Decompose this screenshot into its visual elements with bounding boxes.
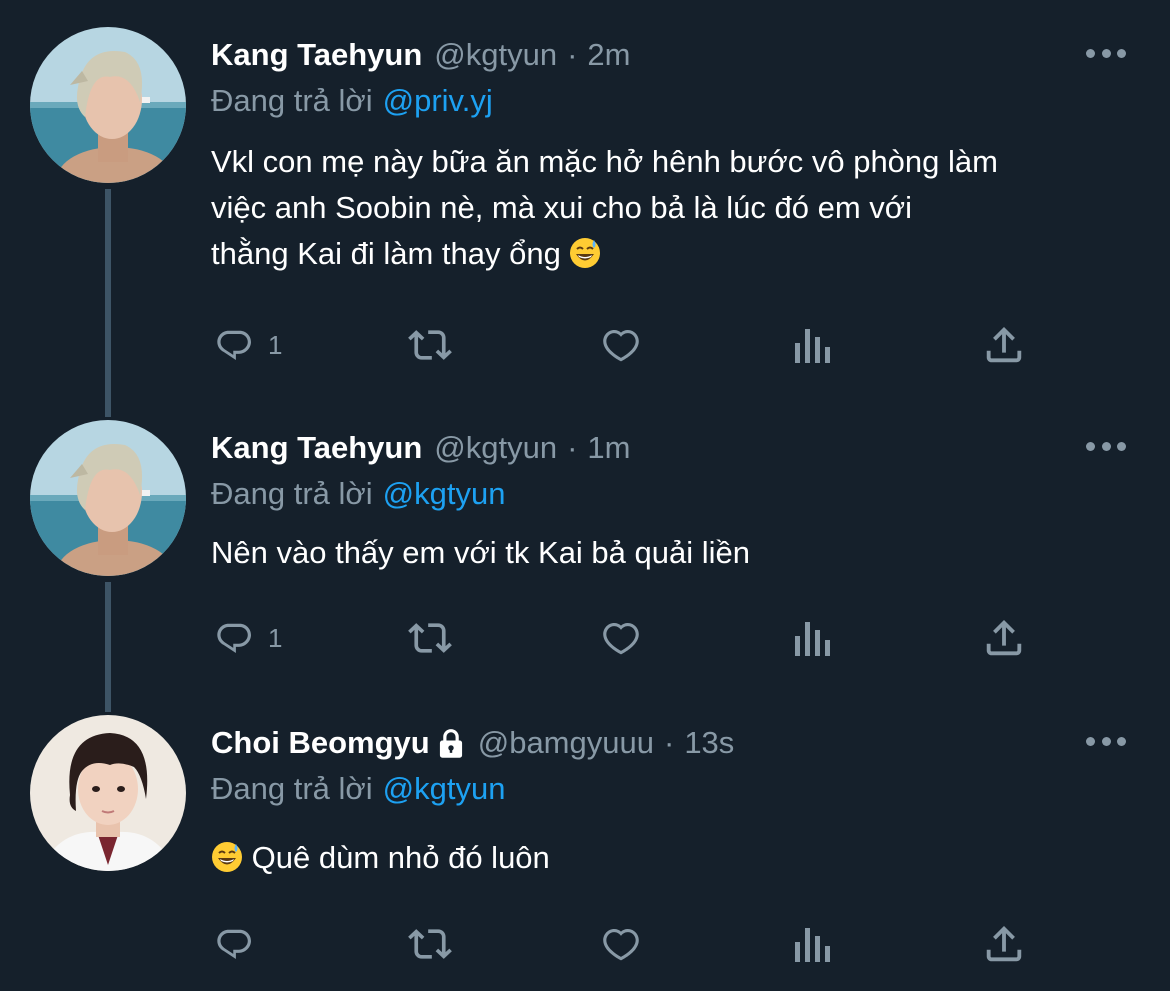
like-icon [603, 329, 639, 362]
tweet-text-line: thằng Kai đi làm thay ổng [211, 236, 561, 271]
timestamp[interactable]: 13s [684, 725, 734, 761]
tweet-header: Kang Taehyun @kgtyun · 2m [211, 35, 631, 75]
user-handle[interactable]: @kgtyun [434, 430, 557, 466]
analytics-icon [795, 329, 830, 363]
analytics-icon [795, 928, 830, 962]
display-name[interactable]: Kang Taehyun [211, 37, 422, 73]
tweet-actions: 1 [0, 613, 1170, 663]
separator-dot: · [567, 37, 578, 72]
thread-connector-line [105, 189, 111, 417]
tweet-text: Nên vào thấy em với tk Kai bả quải liền [211, 530, 1131, 576]
reply-icon [217, 623, 251, 654]
share-button[interactable] [981, 320, 1027, 370]
more-icon[interactable] [1086, 45, 1126, 61]
like-button[interactable] [597, 320, 645, 370]
replying-to-mention[interactable]: @kgtyun [383, 771, 506, 806]
separator-dot: · [663, 725, 675, 760]
tweet-text-line: Nên vào thấy em với tk Kai bả quải liền [211, 535, 751, 570]
retweet-button[interactable] [400, 613, 460, 663]
replying-to: Đang trả lời @kgtyun [211, 476, 505, 512]
tweet-text-line-wrap: Quê dùm nhỏ đó luôn [211, 835, 1131, 881]
reply-count: 1 [268, 622, 283, 653]
timestamp[interactable]: 1m [587, 430, 630, 466]
share-icon [986, 619, 1022, 656]
display-name[interactable]: Kang Taehyun [211, 430, 422, 466]
avatar[interactable] [30, 420, 186, 576]
replying-to-label: Đang trả lời [211, 476, 373, 511]
share-button[interactable] [981, 919, 1027, 969]
timestamp[interactable]: 2m [587, 37, 630, 73]
tweet-header: Kang Taehyun @kgtyun · 1m [211, 428, 631, 468]
reply-button[interactable] [214, 919, 268, 969]
tweet-actions: 1 [0, 320, 1170, 370]
more-icon[interactable] [1086, 733, 1126, 749]
tweet-actions [0, 919, 1170, 969]
retweet-icon [408, 623, 452, 653]
tweet-text: Quê dùm nhỏ đó luôn [211, 835, 1131, 881]
analytics-icon [795, 622, 830, 656]
retweet-button[interactable] [400, 919, 460, 969]
sweat-smile-emoji [212, 842, 242, 872]
conversation-thread: Kang Taehyun @kgtyun · 2m Đang trả lời @p… [0, 0, 1170, 991]
reply-button[interactable]: 1 [214, 320, 282, 370]
replying-to-label: Đang trả lời [211, 771, 373, 806]
like-button[interactable] [597, 919, 645, 969]
like-button[interactable] [597, 613, 645, 663]
reply-icon [217, 929, 251, 960]
analytics-button[interactable] [793, 320, 833, 370]
replying-to-mention[interactable]: @priv.yj [383, 83, 493, 118]
avatar[interactable] [30, 27, 186, 183]
reply-count: 1 [268, 329, 283, 360]
retweet-icon [408, 330, 452, 360]
sweat-smile-emoji [570, 238, 601, 268]
analytics-button[interactable] [793, 613, 833, 663]
tweet-text-line: Vkl con mẹ này bữa ăn mặc hở hênh bước v… [211, 144, 998, 179]
lock-icon [439, 729, 462, 758]
retweet-icon [408, 929, 452, 959]
like-icon [603, 928, 639, 961]
user-handle[interactable]: @kgtyun [434, 37, 557, 73]
reply-icon [217, 330, 251, 361]
tweet-header: Choi Beomgyu @bamgyuuu · 13s [211, 723, 734, 763]
separator-dot: · [567, 430, 578, 465]
analytics-button[interactable] [793, 919, 833, 969]
share-button[interactable] [981, 613, 1027, 663]
tweet-text: Vkl con mẹ này bữa ăn mặc hở hênh bước v… [211, 139, 1131, 277]
reply-button[interactable]: 1 [214, 613, 282, 663]
retweet-button[interactable] [400, 320, 460, 370]
share-icon [986, 925, 1022, 962]
display-name[interactable]: Choi Beomgyu [211, 725, 430, 761]
avatar[interactable] [30, 715, 186, 871]
like-icon [603, 622, 639, 655]
replying-to-mention[interactable]: @kgtyun [383, 476, 506, 511]
tweet-text-line-wrap: thằng Kai đi làm thay ổng [211, 231, 1131, 277]
replying-to: Đang trả lời @kgtyun [211, 771, 505, 807]
user-handle[interactable]: @bamgyuuu [478, 725, 654, 761]
tweet-text-line: Quê dùm nhỏ đó luôn [251, 840, 550, 875]
share-icon [986, 326, 1022, 363]
more-icon[interactable] [1086, 438, 1126, 454]
replying-to-label: Đang trả lời [211, 83, 373, 118]
tweet-text-line: việc anh Soobin nè, mà xui cho bả là lúc… [211, 190, 912, 225]
replying-to: Đang trả lời @priv.yj [211, 83, 493, 119]
